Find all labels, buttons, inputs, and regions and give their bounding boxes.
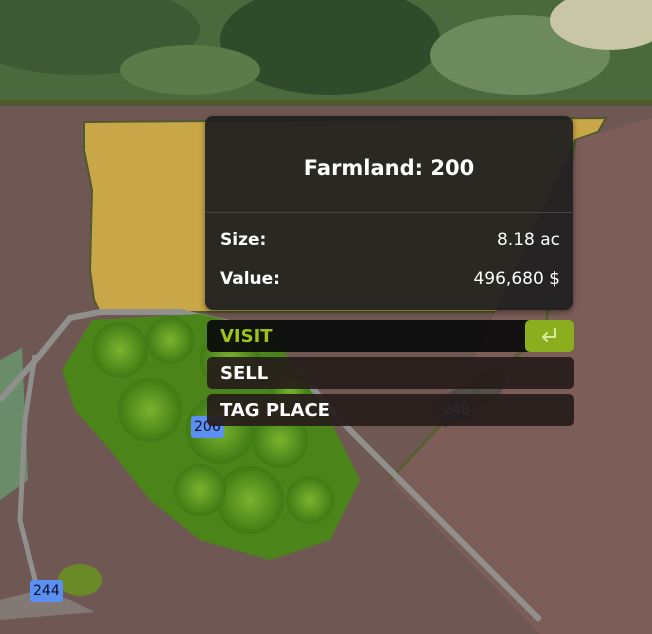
value-amount: 496,680 $ (473, 269, 560, 289)
size-value: 8.18 ac (496, 230, 560, 250)
visit-button[interactable]: VISIT (207, 320, 574, 352)
value-row: Value: 496,680 $ (220, 267, 560, 291)
bush (58, 564, 102, 596)
size-row: Size: 8.18 ac (220, 228, 560, 252)
value-label: Value: (220, 269, 280, 289)
card-divider (205, 212, 573, 213)
size-label: Size: (220, 230, 267, 250)
field-tag-244[interactable]: 244 (30, 580, 63, 602)
farmland-title: Farmland: 200 (303, 156, 475, 180)
farmland-map[interactable] (0, 0, 652, 634)
tag-place-button[interactable]: TAG PLACE (207, 394, 574, 426)
sell-button[interactable]: SELL (207, 357, 574, 389)
enter-key-icon[interactable] (525, 320, 574, 352)
satellite-terrain (0, 0, 652, 106)
return-arrow-icon (542, 328, 556, 342)
farmland-info-card: Farmland: 200 Size: 8.18 ac Value: 496,6… (205, 116, 573, 310)
